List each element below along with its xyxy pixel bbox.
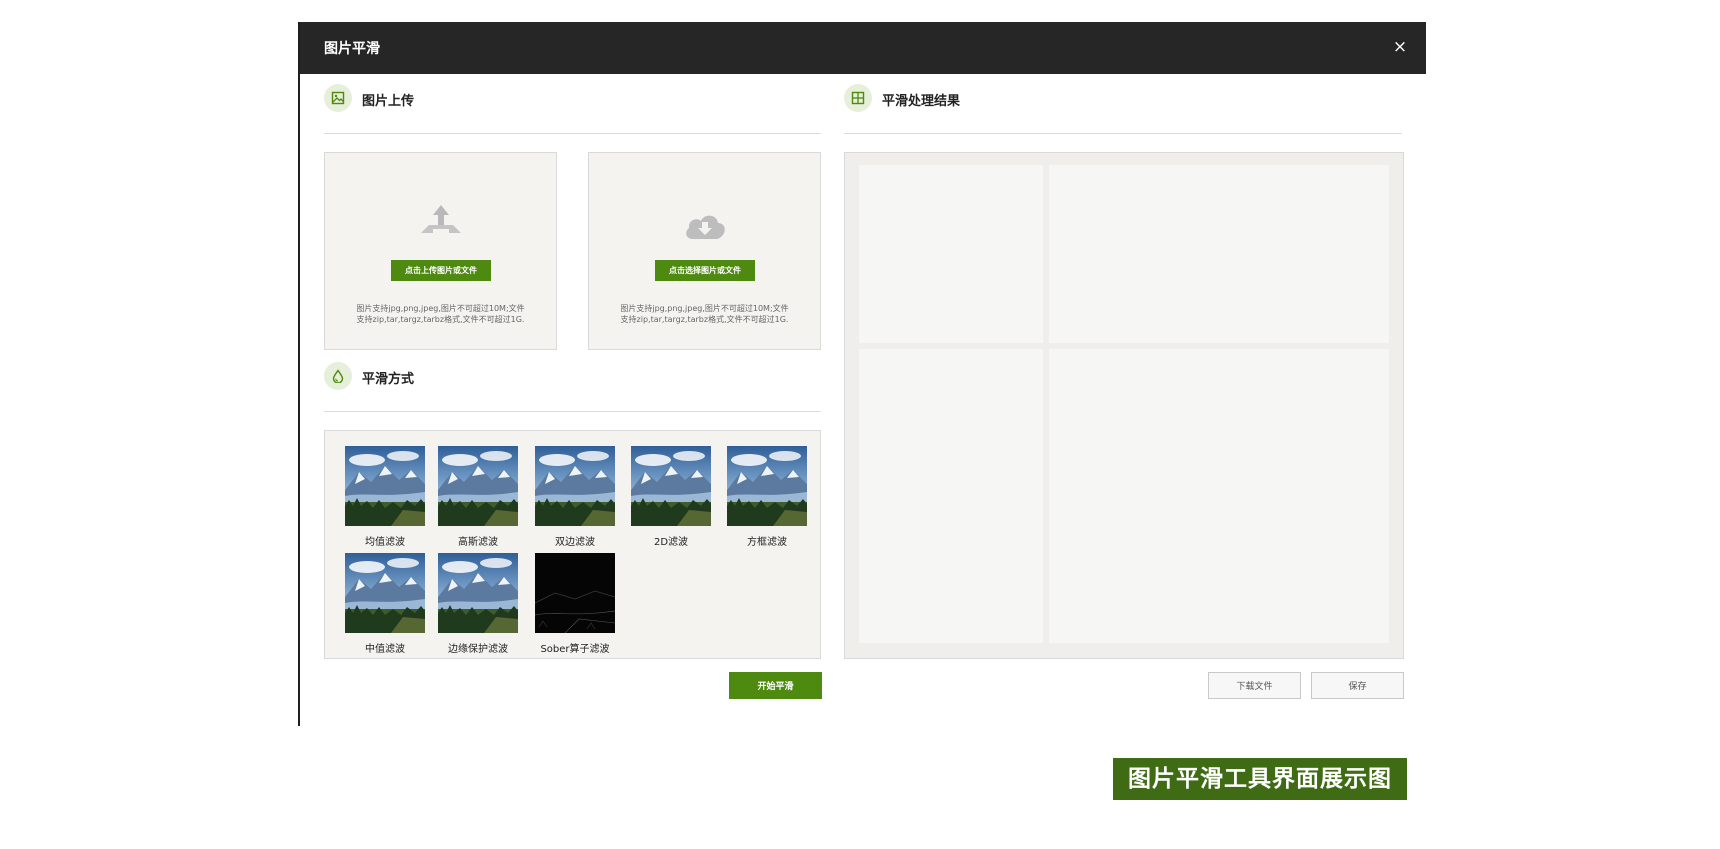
start-smoothing-button[interactable]: 开始平滑 [729, 672, 822, 699]
select-file-button[interactable]: 点击选择图片或文件 [655, 260, 755, 281]
method-thumbnail-2d-filter[interactable] [631, 446, 711, 526]
smoothing-dialog: 图片平滑 × 图片上传 点击上传图片或文件 图片支持jpg,png,jpeg,图… [298, 22, 1426, 726]
cloud-download-icon [683, 211, 727, 245]
method-thumbnail-bilateral-filter[interactable] [535, 446, 615, 526]
method-thumbnail-mean-filter[interactable] [345, 446, 425, 526]
method-label: 均值滤波 [365, 537, 405, 548]
method-thumbnail-median-filter[interactable] [345, 553, 425, 633]
upload-section-header: 图片上传 [324, 84, 524, 124]
upload-card[interactable]: 点击上传图片或文件 图片支持jpg,png,jpeg,图片不可超过10M;文件 … [324, 152, 557, 350]
result-section-header: 平滑处理结果 [844, 84, 1044, 124]
result-tile [859, 165, 1043, 343]
upload-section-title: 图片上传 [362, 94, 415, 109]
upload-arrow-icon [419, 205, 463, 241]
close-icon[interactable]: × [1388, 35, 1412, 59]
method-divider [324, 411, 821, 412]
method-thumbnail-sober-filter[interactable] [535, 553, 615, 633]
method-thumbnail-gaussian-filter[interactable] [438, 446, 518, 526]
upload-divider [324, 133, 821, 134]
grid-icon [844, 84, 872, 112]
method-label: 2D滤波 [653, 537, 689, 548]
method-thumbnail-box-filter[interactable] [727, 446, 807, 526]
result-tile [859, 349, 1043, 643]
dialog-title: 图片平滑 [324, 41, 380, 57]
upload-hint-line1: 图片支持jpg,png,jpeg,图片不可超过10M;文件 [356, 304, 525, 313]
method-label: Sober算子滤波 [540, 644, 610, 655]
result-tile [1049, 165, 1389, 343]
method-label: 中值滤波 [365, 644, 405, 655]
method-label: 高斯滤波 [458, 537, 498, 548]
method-thumbnail-edge-preserving-filter[interactable] [438, 553, 518, 633]
method-label: 方框滤波 [747, 537, 787, 548]
caption-banner: 图片平滑工具界面展示图 [1113, 758, 1407, 800]
dialog-titlebar: 图片平滑 × [300, 22, 1426, 74]
method-section-header: 平滑方式 [324, 362, 524, 402]
select-hint-line1: 图片支持jpg,png,jpeg,图片不可超过10M;文件 [620, 304, 789, 313]
result-section-title: 平滑处理结果 [882, 94, 961, 109]
download-file-button[interactable]: 下载文件 [1208, 672, 1301, 699]
select-card[interactable]: 点击选择图片或文件 图片支持jpg,png,jpeg,图片不可超过10M;文件 … [588, 152, 821, 350]
save-button[interactable]: 保存 [1311, 672, 1404, 699]
result-tile [1049, 349, 1389, 643]
upload-file-button[interactable]: 点击上传图片或文件 [391, 260, 491, 281]
drop-icon [324, 362, 352, 390]
image-icon [324, 84, 352, 112]
upload-hint-line2: 支持zip,tar,targz,tarbz格式,文件不可超过1G. [356, 315, 525, 324]
result-divider [844, 133, 1402, 134]
method-label: 双边滤波 [555, 537, 595, 548]
result-area [844, 152, 1404, 659]
select-hint-line2: 支持zip,tar,targz,tarbz格式,文件不可超过1G. [620, 315, 789, 324]
method-section-title: 平滑方式 [362, 372, 415, 387]
method-grid: 均值滤波 高斯滤波 双边滤波 2D滤波 方框滤波中值滤波 边缘保护滤波 Sober算子滤波 [324, 430, 821, 659]
method-label: 边缘保护滤波 [448, 644, 508, 655]
